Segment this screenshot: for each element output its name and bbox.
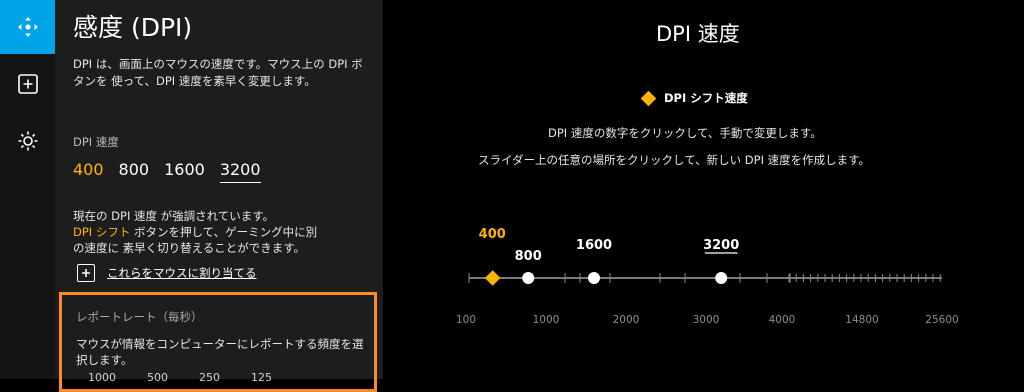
assign-to-mouse-link[interactable]: これらをマウスに割り当てる xyxy=(107,265,257,281)
dpi-speed-label: DPI 速度 xyxy=(73,135,119,149)
plus-box-icon xyxy=(17,74,38,94)
dpi-option-400[interactable]: 400 xyxy=(73,160,104,183)
report-rate-options: 1000 500 250 125 xyxy=(88,371,272,384)
info-line-2-rest: ボタンを押して、ゲーミング中に別 xyxy=(130,225,318,239)
report-rate-title: レポートレート（毎秒） xyxy=(76,310,203,324)
dpi-options: 400 800 1600 3200 xyxy=(73,160,261,183)
side-rail xyxy=(0,0,55,379)
dpi-shift-highlight: DPI シフト xyxy=(73,225,131,239)
dpi-point-label-800: 800 xyxy=(515,249,542,264)
dpi-point-label-1600: 1600 xyxy=(576,238,612,253)
dpi-option-1600[interactable]: 1600 xyxy=(164,160,205,183)
instruction-2: スライダー上の任意の場所をクリックして、新しい DPI 速度を作成します。 xyxy=(478,153,870,167)
main-title: DPI 速度 xyxy=(656,22,740,46)
axis-tick-label-25600: 25600 xyxy=(925,314,958,326)
info-line-1: 現在の DPI 速度 が強調されています。 xyxy=(73,209,275,223)
instruction-1: DPI 速度の数字をクリックして、手動で変更します。 xyxy=(548,126,822,140)
rate-option-125[interactable]: 125 xyxy=(251,371,272,384)
rail-button-settings[interactable] xyxy=(0,114,55,168)
report-rate-description: マウスが情報をコンピューターにレポートする頻度を選択します。 xyxy=(76,337,364,367)
dpi-option-3200[interactable]: 3200 xyxy=(219,160,261,183)
dpi-info: 現在の DPI 速度 が強調されています。 DPI シフト ボタンを押して、ゲー… xyxy=(73,208,378,256)
shift-diamond-icon xyxy=(640,90,657,106)
dpi-point-3200 xyxy=(715,272,728,284)
move-arrows-icon xyxy=(17,17,38,37)
dpi-point-1600 xyxy=(588,272,600,284)
rate-option-1000[interactable]: 1000 xyxy=(88,371,116,384)
settings-panel: 感度 (DPI) DPI は、画面上のマウスの速度です。マウス上の DPI ボタ… xyxy=(55,0,383,392)
rate-option-500[interactable]: 500 xyxy=(147,371,168,384)
info-line-2: DPI シフト ボタンを押して、ゲーミング中に別 xyxy=(73,224,378,240)
panel-description: DPI は、画面上のマウスの速度です。マウス上の DPI ボタンを 使って、DP… xyxy=(73,57,363,88)
page-title: 感度 (DPI) xyxy=(73,13,193,42)
shift-legend: DPI シフト速度 xyxy=(640,90,748,106)
axis-tick-label-1000: 1000 xyxy=(533,314,560,326)
shift-legend-label: DPI シフト速度 xyxy=(664,91,748,105)
dpi-slider[interactable]: 100 1000 2000 3000 4000 14800 25600 400 800 1600 3… xyxy=(455,215,980,335)
gear-icon xyxy=(18,131,37,151)
axis-tick-label-4000: 4000 xyxy=(769,314,796,326)
dpi-point-label-3200: 3200 xyxy=(703,238,739,253)
info-line-3: の速度に 素早く切り替えることができます。 xyxy=(73,241,306,255)
axis-tick-label-2000: 2000 xyxy=(613,314,640,326)
dpi-point-label-400: 400 xyxy=(479,227,506,242)
dpi-point-400 xyxy=(484,270,501,286)
dpi-option-800[interactable]: 800 xyxy=(119,160,150,183)
rail-button-assignments[interactable] xyxy=(0,57,55,111)
axis-tick-label-3000: 3000 xyxy=(693,314,720,326)
axis-tick-label-14800: 14800 xyxy=(845,314,878,326)
rate-option-250[interactable]: 250 xyxy=(199,371,220,384)
plus-icon xyxy=(77,264,95,282)
dpi-point-800 xyxy=(522,272,535,284)
report-rate-section: レポートレート（毎秒） マウスが情報をコンピューターにレポートする頻度を選択しま… xyxy=(59,292,377,392)
assign-to-mouse-row[interactable]: これらをマウスに割り当てる xyxy=(77,264,257,282)
rail-button-sensitivity[interactable] xyxy=(0,0,55,54)
axis-tick-label-100: 100 xyxy=(456,314,476,326)
